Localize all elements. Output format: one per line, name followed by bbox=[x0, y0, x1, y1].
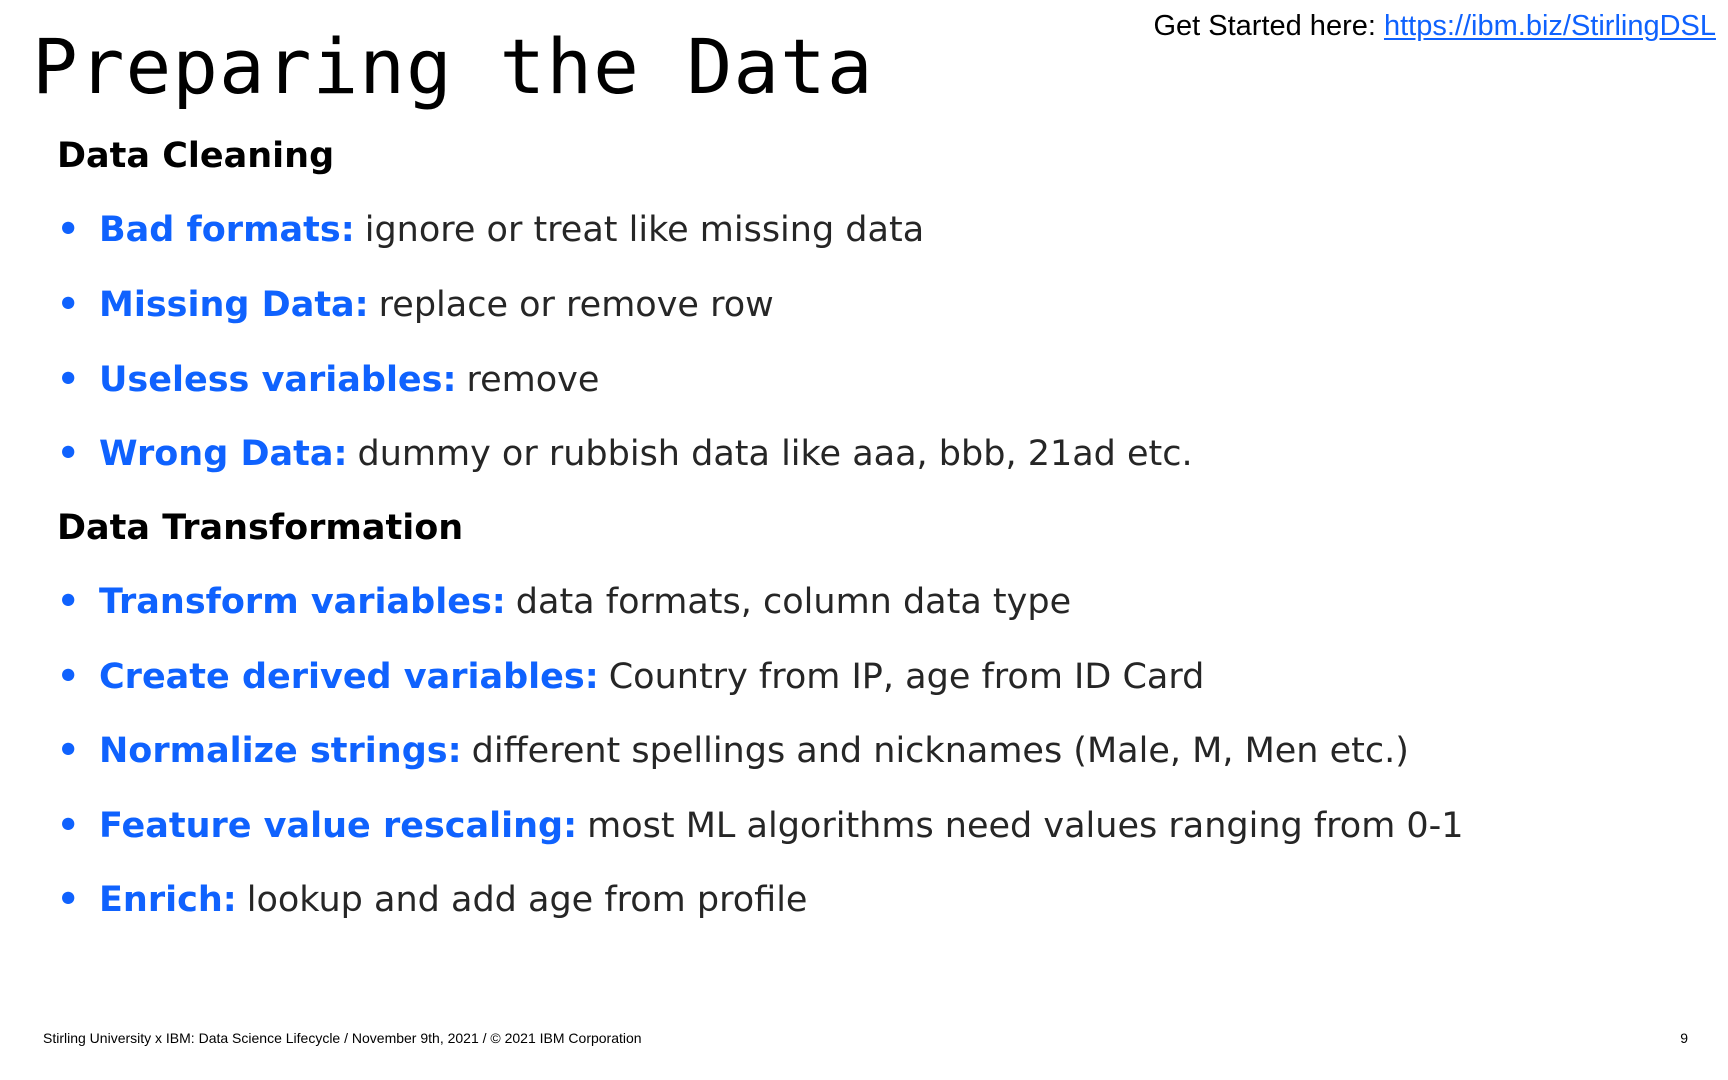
item-description: Country from IP, age from ID Card bbox=[608, 657, 1205, 697]
list-item: • Transform variables: data formats, col… bbox=[57, 582, 1071, 622]
page-number: 9 bbox=[1680, 1030, 1688, 1046]
item-description: remove bbox=[466, 360, 600, 400]
bullet-icon: • bbox=[57, 880, 80, 920]
section-heading-data-cleaning: Data Cleaning bbox=[57, 136, 335, 176]
item-description: replace or remove row bbox=[378, 285, 774, 325]
bullet-icon: • bbox=[57, 285, 80, 325]
footer-text: Stirling University x IBM: Data Science … bbox=[43, 1030, 642, 1046]
page-title: Preparing the Data bbox=[32, 22, 874, 111]
bullet-icon: • bbox=[57, 210, 80, 250]
item-term: Useless variables: bbox=[99, 360, 457, 400]
bullet-icon: • bbox=[57, 657, 80, 697]
get-started-note: Get Started here: https://ibm.biz/Stirli… bbox=[1153, 10, 1716, 43]
get-started-link[interactable]: https://ibm.biz/StirlingDSL bbox=[1384, 10, 1716, 42]
list-item: • Wrong Data: dummy or rubbish data like… bbox=[57, 434, 1193, 474]
list-item: • Enrich: lookup and add age from profil… bbox=[57, 880, 807, 920]
item-term: Wrong Data: bbox=[99, 434, 348, 474]
item-term: Create derived variables: bbox=[99, 657, 599, 697]
item-term: Missing Data: bbox=[99, 285, 369, 325]
bullet-icon: • bbox=[57, 360, 80, 400]
item-term: Transform variables: bbox=[99, 582, 506, 622]
item-description: ignore or treat like missing data bbox=[364, 210, 925, 250]
list-item: • Useless variables: remove bbox=[57, 360, 599, 400]
item-term: Feature value rescaling: bbox=[99, 806, 578, 846]
item-term: Normalize strings: bbox=[99, 731, 462, 771]
list-item: • Create derived variables: Country from… bbox=[57, 657, 1204, 697]
item-term: Bad formats: bbox=[99, 210, 355, 250]
list-item: • Feature value rescaling: most ML algor… bbox=[57, 806, 1464, 846]
item-description: lookup and add age from profile bbox=[246, 880, 808, 920]
bullet-icon: • bbox=[57, 806, 80, 846]
get-started-label: Get Started here: bbox=[1153, 10, 1376, 42]
item-description: different spellings and nicknames (Male,… bbox=[471, 731, 1409, 771]
bullet-icon: • bbox=[57, 731, 80, 771]
item-term: Enrich: bbox=[99, 880, 237, 920]
list-item: • Normalize strings: different spellings… bbox=[57, 731, 1409, 771]
item-description: data formats, column data type bbox=[515, 582, 1072, 622]
section-heading-data-transformation: Data Transformation bbox=[57, 508, 464, 548]
list-item: • Bad formats: ignore or treat like miss… bbox=[57, 210, 924, 250]
list-item: • Missing Data: replace or remove row bbox=[57, 285, 774, 325]
bullet-icon: • bbox=[57, 434, 80, 474]
item-description: most ML algorithms need values ranging f… bbox=[587, 806, 1464, 846]
bullet-icon: • bbox=[57, 582, 80, 622]
item-description: dummy or rubbish data like aaa, bbb, 21a… bbox=[357, 434, 1193, 474]
slide: Preparing the Data Get Started here: htt… bbox=[0, 0, 1728, 1080]
